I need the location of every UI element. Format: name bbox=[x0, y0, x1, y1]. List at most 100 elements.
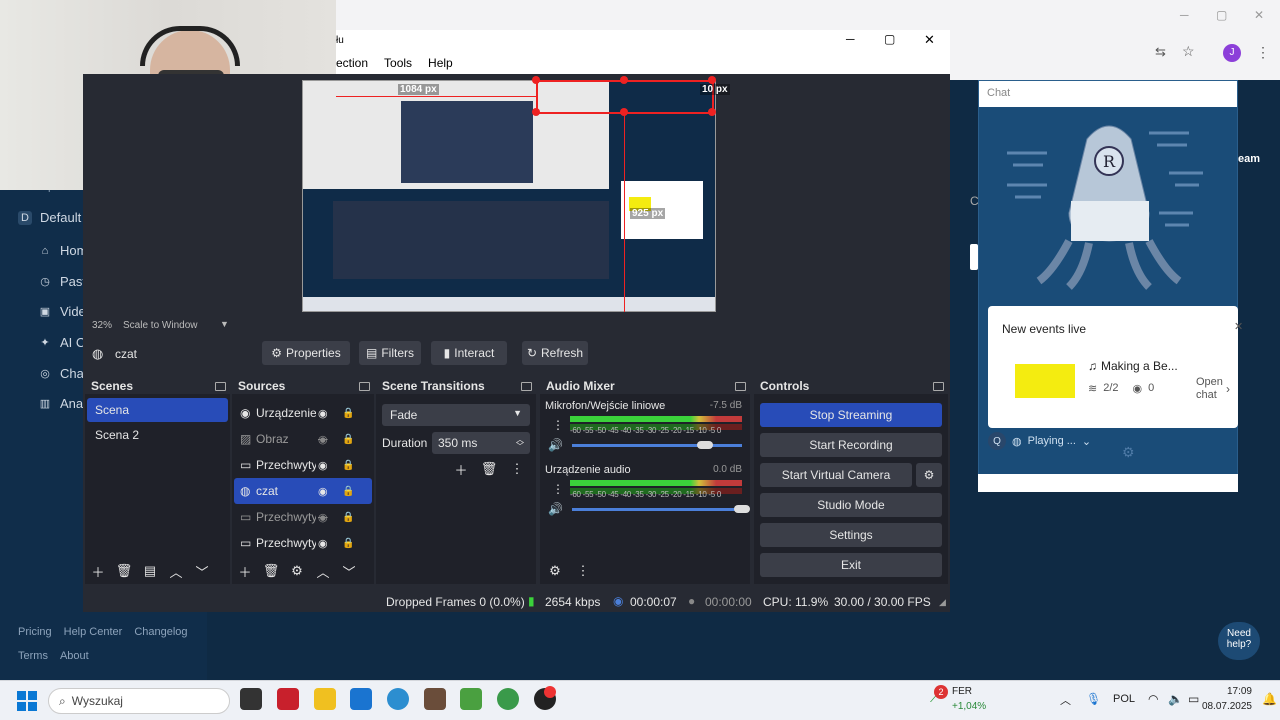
resize-grip-icon[interactable]: ◢ bbox=[939, 597, 946, 608]
open-chat-link[interactable]: Open chat bbox=[1196, 376, 1226, 402]
menu-dots-icon[interactable]: ⋮ bbox=[508, 460, 526, 478]
profile-avatar[interactable]: J bbox=[1223, 44, 1241, 62]
trash-icon[interactable]: 🗑 bbox=[480, 460, 498, 478]
gear-icon[interactable]: ⚙ bbox=[546, 562, 564, 580]
source-item[interactable]: ▨ Obraz ◉ 🔒 bbox=[234, 426, 372, 452]
resize-handle[interactable] bbox=[620, 76, 628, 84]
menu-dots-icon[interactable]: ⋮ bbox=[1256, 44, 1270, 61]
preview-image[interactable] bbox=[302, 80, 716, 312]
source-item[interactable]: ◍ czat ◉ 🔒 bbox=[234, 478, 372, 504]
resize-handle[interactable] bbox=[532, 76, 540, 84]
file-explorer-icon[interactable] bbox=[314, 688, 336, 710]
undock-icon[interactable] bbox=[933, 381, 944, 391]
down-icon[interactable]: ﹀ bbox=[193, 562, 211, 580]
windows-start-icon[interactable] bbox=[17, 691, 37, 711]
eye-icon[interactable]: ◉ bbox=[318, 459, 328, 472]
add-icon[interactable]: ＋ bbox=[236, 562, 254, 580]
sidebar-item-video[interactable]: ▣ Vide bbox=[38, 304, 86, 319]
resize-handle[interactable] bbox=[708, 108, 716, 116]
translate-icon[interactable]: ⇆ bbox=[1155, 44, 1171, 60]
gear-icon[interactable]: ⚙ bbox=[1122, 444, 1135, 461]
settings-button[interactable]: Settings bbox=[760, 523, 942, 547]
scene-item[interactable]: Scena bbox=[87, 398, 228, 422]
chrome-profile-icon[interactable] bbox=[497, 688, 519, 710]
scene-item[interactable]: Scena 2 bbox=[87, 422, 228, 448]
microphone-icon[interactable]: 🎙 bbox=[1086, 692, 1101, 706]
undock-icon[interactable] bbox=[521, 381, 532, 391]
stop-streaming-button[interactable]: Stop Streaming bbox=[760, 403, 942, 427]
sidebar-item-ai[interactable]: ✦ AI C bbox=[38, 335, 85, 350]
down-icon[interactable]: ﹀ bbox=[340, 562, 358, 580]
minimize-icon[interactable]: ─ bbox=[1180, 8, 1189, 22]
exit-button[interactable]: Exit bbox=[760, 553, 942, 577]
gear-icon[interactable]: ⚙ bbox=[288, 562, 306, 580]
footer-link-changelog[interactable]: Changelog bbox=[134, 626, 187, 638]
volume-slider-knob[interactable] bbox=[734, 505, 750, 513]
virtual-camera-settings-button[interactable]: ⚙ bbox=[916, 463, 942, 487]
up-icon[interactable]: ︿ bbox=[167, 562, 185, 580]
volume-icon[interactable]: 🔈 bbox=[1168, 692, 1183, 706]
spin-arrows-icon[interactable]: ︿ ﹀ bbox=[516, 436, 524, 451]
eye-icon[interactable]: ◉ bbox=[318, 485, 328, 498]
refresh-button[interactable]: ↻ Refresh bbox=[522, 341, 588, 365]
task-view-icon[interactable] bbox=[240, 688, 262, 710]
maximize-icon[interactable]: ▢ bbox=[1216, 8, 1227, 22]
footer-link-pricing[interactable]: Pricing bbox=[18, 626, 52, 638]
volume-slider-knob[interactable] bbox=[696, 441, 713, 449]
eye-hidden-icon[interactable]: ◉ bbox=[318, 433, 328, 446]
sidebar-item-past[interactable]: ◷ Past bbox=[38, 274, 86, 289]
mcafee-icon[interactable] bbox=[277, 688, 299, 710]
menu-dots-icon[interactable]: ⋮ bbox=[552, 482, 564, 496]
eye-icon[interactable]: ◉ bbox=[318, 407, 328, 420]
events-close-icon[interactable]: ✕ bbox=[1234, 320, 1243, 333]
resize-handle[interactable] bbox=[708, 76, 716, 84]
sidebar-item-default[interactable]: D Default bbox=[18, 210, 81, 225]
lock-icon[interactable]: 🔒 bbox=[342, 434, 354, 445]
up-icon[interactable]: ︿ bbox=[314, 562, 332, 580]
add-icon[interactable]: ＋ bbox=[452, 460, 470, 478]
chrome-icon[interactable] bbox=[387, 688, 409, 710]
eye-hidden-icon[interactable]: ◉ bbox=[318, 511, 328, 524]
volume-slider-track[interactable] bbox=[572, 508, 742, 511]
source-item[interactable]: ▭ Przechwyty ◉ 🔒 bbox=[234, 530, 372, 556]
start-virtual-camera-button[interactable]: Start Virtual Camera bbox=[760, 463, 912, 487]
interact-button[interactable]: ▮ Interact bbox=[431, 341, 507, 365]
resize-handle[interactable] bbox=[620, 108, 628, 116]
chevron-up-icon[interactable]: ︿ bbox=[1060, 692, 1071, 708]
scale-mode-select[interactable]: Scale to Window bbox=[123, 320, 197, 331]
lock-icon[interactable]: 🔒 bbox=[342, 538, 354, 549]
menu-dots-icon[interactable]: ⋮ bbox=[552, 418, 564, 432]
lock-icon[interactable]: 🔒 bbox=[342, 512, 354, 523]
footer-link-terms[interactable]: Terms bbox=[18, 650, 48, 662]
lock-icon[interactable]: 🔒 bbox=[342, 486, 354, 497]
close-icon[interactable]: ✕ bbox=[1254, 8, 1264, 22]
maximize-icon[interactable]: ▢ bbox=[884, 32, 895, 46]
outlook-icon[interactable] bbox=[350, 688, 372, 710]
eye-icon[interactable]: ◉ bbox=[318, 537, 328, 550]
source-item[interactable]: ▭ Przechwyty ◉ 🔒 bbox=[234, 452, 372, 478]
undock-icon[interactable] bbox=[735, 381, 746, 391]
resize-handle[interactable] bbox=[532, 108, 540, 116]
speaker-icon[interactable]: 🔊 bbox=[548, 438, 563, 452]
menu-dots-icon[interactable]: ⋮ bbox=[574, 562, 592, 580]
live-app-icon[interactable] bbox=[460, 688, 482, 710]
menu-item-tools[interactable]: Tools bbox=[384, 56, 412, 70]
chevron-right-icon[interactable]: › bbox=[1226, 382, 1230, 396]
duration-spinbox[interactable]: 350 ms ︿ ﹀ bbox=[432, 432, 530, 454]
menu-item-selection[interactable]: ection bbox=[336, 56, 368, 70]
start-recording-button[interactable]: Start Recording bbox=[760, 433, 942, 457]
chevron-down-icon[interactable]: ▼ bbox=[220, 319, 229, 329]
lock-icon[interactable]: 🔒 bbox=[342, 408, 354, 419]
minimize-icon[interactable]: ─ bbox=[846, 32, 855, 46]
notification-bell-icon[interactable]: 🔔 bbox=[1262, 692, 1277, 706]
bookmark-star-icon[interactable]: ☆ bbox=[1182, 43, 1198, 59]
trash-icon[interactable]: 🗑 bbox=[262, 562, 280, 580]
properties-button[interactable]: ⚙ Properties bbox=[262, 341, 350, 365]
wifi-icon[interactable]: ◠ bbox=[1148, 692, 1158, 706]
transition-select[interactable]: Fade ▼ bbox=[382, 404, 530, 426]
studio-mode-button[interactable]: Studio Mode bbox=[760, 493, 942, 517]
language-indicator[interactable]: POL bbox=[1113, 693, 1135, 705]
lock-icon[interactable]: 🔒 bbox=[342, 460, 354, 471]
need-help-button[interactable]: Need help? bbox=[1218, 622, 1260, 660]
volume-slider-track[interactable] bbox=[572, 444, 742, 447]
